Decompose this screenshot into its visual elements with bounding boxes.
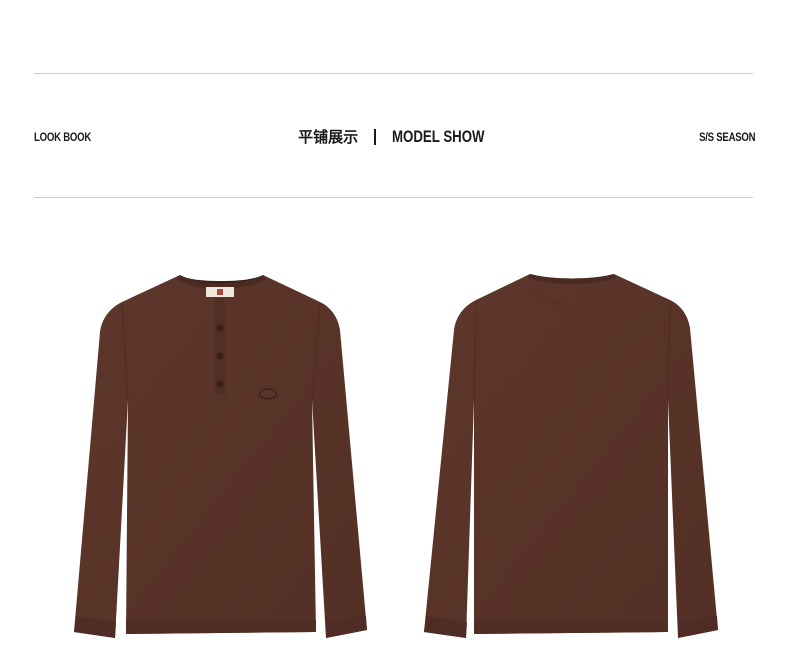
- top-divider: [34, 73, 753, 74]
- season-label: S/S SEASON: [698, 130, 756, 144]
- title-cn: 平铺展示: [298, 128, 359, 146]
- section-title: 平铺展示 MODEL SHOW: [34, 120, 755, 154]
- bottom-divider: [34, 197, 753, 198]
- title-en: MODEL SHOW: [392, 127, 485, 146]
- title-separator: [374, 129, 377, 145]
- shirt-back-image: [424, 274, 718, 638]
- shirt-front-image: [74, 275, 367, 638]
- section-header: LOOK BOOK 平铺展示 MODEL SHOW S/S SEASON: [34, 120, 755, 154]
